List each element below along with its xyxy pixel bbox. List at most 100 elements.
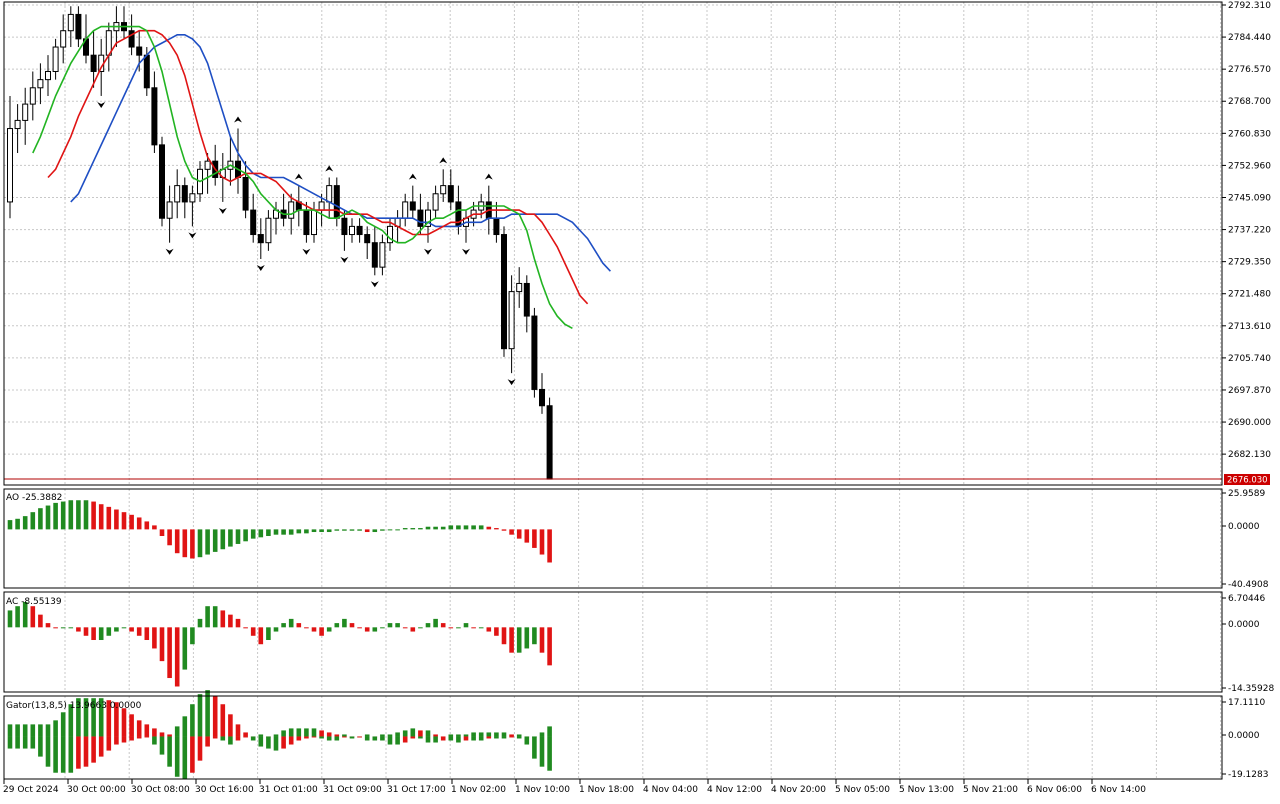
ao-bar xyxy=(464,525,469,529)
ao-bar xyxy=(243,529,248,541)
gator-lower-bar xyxy=(99,736,104,756)
gator-lower-bar xyxy=(403,736,408,742)
ac-bar xyxy=(243,627,248,628)
ao-bar xyxy=(15,519,20,530)
ao-bar xyxy=(395,529,400,530)
gator-lower-bar xyxy=(426,736,431,742)
gator-upper-bar xyxy=(198,694,203,736)
candle-body xyxy=(342,218,347,234)
gator-upper-bar xyxy=(160,732,165,736)
gator-lower-bar xyxy=(53,736,58,772)
gator-lower-bar xyxy=(464,736,469,740)
ao-bar xyxy=(31,512,36,529)
gator-lower-bar xyxy=(297,736,302,740)
price-axis-label: 2760.830 xyxy=(1228,129,1271,139)
ac-bar xyxy=(365,627,370,631)
gator-lower-bar xyxy=(8,736,13,748)
gator-lower-bar xyxy=(122,736,127,742)
ac-bar xyxy=(266,627,271,640)
ac-bar xyxy=(8,610,13,627)
gator-upper-bar xyxy=(502,732,507,736)
price-axis-label: 2752.960 xyxy=(1228,161,1271,171)
gator-upper-bar xyxy=(456,734,461,736)
gator-lower-bar xyxy=(198,736,203,760)
gator-upper-bar xyxy=(487,732,492,736)
ac-bar xyxy=(319,627,324,635)
gator-upper-bar xyxy=(236,724,241,736)
gator-lower-bar xyxy=(15,736,20,748)
ao-bar xyxy=(274,529,279,534)
ac-bar xyxy=(31,606,36,627)
gator-upper-bar xyxy=(137,720,142,736)
price-axis-label: 2745.090 xyxy=(1228,193,1271,203)
ac-bar xyxy=(502,627,507,644)
ao-bar xyxy=(335,529,340,530)
ao-bar xyxy=(266,529,271,536)
gator-lower-bar xyxy=(365,736,370,740)
gator-lower-bar xyxy=(31,736,36,748)
price-axis-label: 2768.700 xyxy=(1228,97,1271,107)
gator-lower-bar xyxy=(471,736,476,740)
ac-bar xyxy=(517,627,522,652)
gator-lower-bar xyxy=(190,736,195,772)
gator-lower-bar xyxy=(350,736,355,738)
gator-lower-bar xyxy=(243,736,248,737)
gator-lower-bar xyxy=(38,736,43,756)
gator-upper-bar xyxy=(342,734,347,736)
gator-lower-bar xyxy=(167,736,172,766)
gator-upper-bar xyxy=(274,734,279,736)
time-axis-label: 5 Nov 21:00 xyxy=(963,785,1018,795)
gator-upper-bar xyxy=(517,734,522,736)
ao-bar xyxy=(418,528,423,529)
ao-bar xyxy=(281,529,286,534)
ao-bar xyxy=(198,529,203,557)
gator-upper-bar xyxy=(53,720,58,736)
ac-bar xyxy=(350,623,355,627)
gator-lower-bar xyxy=(456,736,461,742)
chart-canvas[interactable]: 2792.3102784.4402776.5702768.7002760.830… xyxy=(0,0,1280,800)
candle-body xyxy=(334,186,339,219)
gator-upper-bar xyxy=(213,696,218,736)
ac-bar xyxy=(152,627,157,648)
ac-bar xyxy=(411,627,416,631)
gator-upper-bar xyxy=(122,708,127,736)
gator-upper-bar xyxy=(411,728,416,736)
gator-upper-bar xyxy=(167,734,172,736)
ac-bar xyxy=(449,627,454,628)
ac-bar xyxy=(221,610,226,627)
gator-upper-bar xyxy=(380,734,385,736)
gator-lower-bar xyxy=(433,736,438,742)
ac-bar xyxy=(304,627,309,628)
ao-bar xyxy=(350,529,355,530)
gator-upper-bar xyxy=(365,734,370,736)
candle-body xyxy=(418,210,423,226)
price-axis-label: 2682.130 xyxy=(1228,450,1271,460)
ac-bar xyxy=(61,627,66,628)
gator-upper-bar xyxy=(479,732,484,736)
ao-bar xyxy=(319,529,324,532)
candle-body xyxy=(365,235,370,243)
gator-upper-bar xyxy=(388,734,393,736)
ao-bar xyxy=(61,502,66,530)
gator-upper-bar xyxy=(145,724,150,736)
ao-bar xyxy=(259,529,264,537)
ac-bar xyxy=(251,627,256,635)
ao-bar xyxy=(426,527,431,530)
candle-body xyxy=(448,186,453,202)
gator-upper-bar xyxy=(183,716,188,736)
ao-bar xyxy=(540,529,545,554)
price-axis-label: 2697.870 xyxy=(1228,386,1271,396)
time-axis-label: 30 Oct 00:00 xyxy=(67,785,126,795)
gator-lower-bar xyxy=(342,736,347,737)
ao-bar xyxy=(487,527,492,530)
ao-bar xyxy=(236,529,241,544)
candle-body xyxy=(304,210,309,234)
gator-upper-bar xyxy=(464,734,469,736)
ac-bar xyxy=(312,627,317,631)
candle-body xyxy=(524,283,529,316)
ac-bar xyxy=(380,627,385,628)
ao-bar xyxy=(167,529,172,545)
candle-body xyxy=(68,14,73,30)
time-axis-label: 4 Nov 04:00 xyxy=(643,785,698,795)
gator-lower-bar xyxy=(160,736,165,754)
